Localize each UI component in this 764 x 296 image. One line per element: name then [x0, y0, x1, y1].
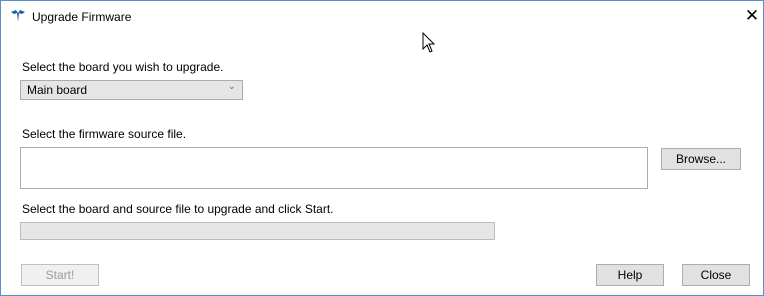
board-label: Select the board you wish to upgrade.: [22, 60, 224, 74]
start-button[interactable]: Start!: [21, 264, 99, 286]
board-select-value: Main board: [27, 83, 88, 97]
upgrade-firmware-dialog: Upgrade Firmware ✕ Select the board you …: [0, 0, 764, 296]
board-select[interactable]: Main board ⌄: [20, 80, 243, 100]
source-file-input[interactable]: [20, 147, 648, 189]
close-button[interactable]: Close: [682, 264, 750, 286]
progress-bar: [20, 222, 495, 240]
browse-button[interactable]: Browse...: [661, 148, 741, 170]
close-icon[interactable]: ✕: [742, 5, 762, 27]
help-button[interactable]: Help: [596, 264, 664, 286]
chevron-down-icon: ⌄: [228, 82, 236, 92]
window-title: Upgrade Firmware: [32, 10, 132, 24]
teledyne-logo-icon: [11, 10, 25, 22]
mouse-pointer-icon: [422, 32, 436, 53]
title-bar: Upgrade Firmware ✕: [1, 1, 763, 31]
status-message: Select the board and source file to upgr…: [22, 202, 334, 216]
source-file-label: Select the firmware source file.: [22, 127, 187, 141]
